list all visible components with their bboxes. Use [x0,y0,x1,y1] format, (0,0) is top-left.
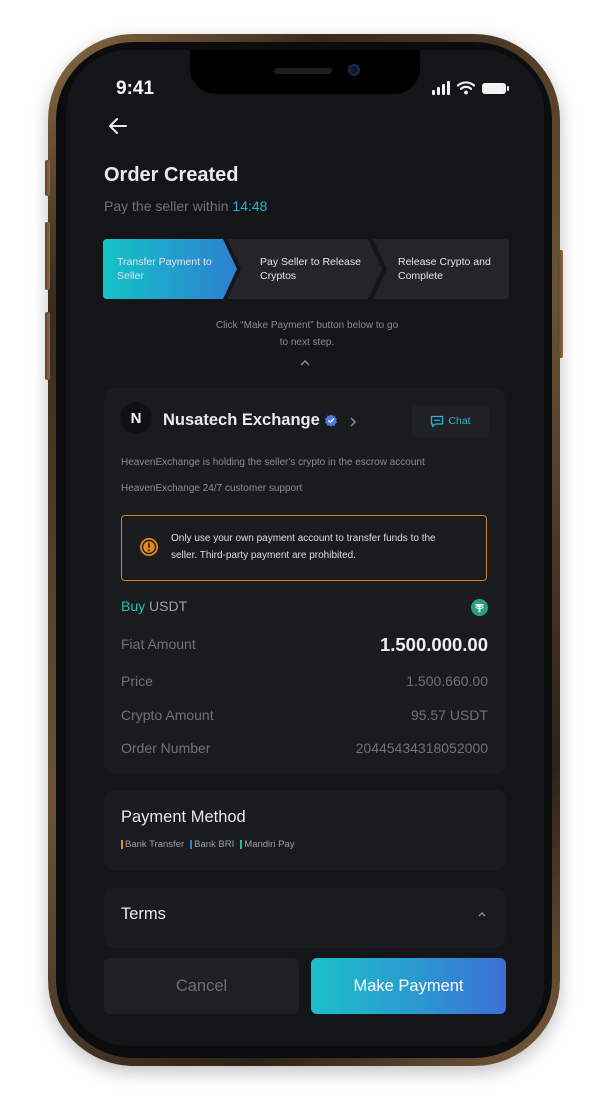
chat-icon [431,415,444,427]
asset-label: USDT [149,598,188,614]
buy-label: Buy [121,598,146,614]
deadline-label: Pay the seller within [104,198,229,214]
volume-up-button [45,222,50,290]
chevron-up-icon[interactable] [476,910,488,918]
warning-text: Only use your own payment account to tra… [171,530,471,564]
step-release-crypto: Release Crypto and Complete [398,239,506,299]
step-transfer-payment: Transfer Payment to Seller [117,239,221,299]
back-arrow-icon[interactable] [106,114,130,138]
step-2-line2: Cryptos [260,270,297,282]
warning-icon [140,538,158,556]
payment-tag-bank-bri: Bank BRI [190,839,234,850]
collapse-caret-icon[interactable] [297,358,313,368]
order-number-value: 20445434318052000 [355,740,488,756]
crypto-amount-label: Crypto Amount [121,707,214,723]
merchant-avatar: N [120,402,152,434]
hint-line2: to next step. [279,337,335,348]
payment-tag-marker [190,840,193,849]
price-label: Price [121,673,153,689]
progress-steps: Transfer Payment to Seller Pay Seller to… [103,239,509,299]
merchant-name[interactable]: Nusatech Exchange [163,411,320,430]
warning-line2: seller. Third-party payment are prohibit… [171,550,356,561]
step-1-line1: Transfer Payment to [117,256,212,268]
status-icons [432,80,509,96]
price-value: 1.500.660.00 [406,673,488,689]
fiat-amount-label: Fiat Amount [121,636,196,652]
chat-label: Chat [448,415,471,427]
trade-direction: Buy USDT [121,598,187,614]
payment-method-title: Payment Method [121,808,246,826]
payment-method-list: Bank Transfer Bank BRI Mandiri Pay [121,839,294,850]
order-number-label: Order Number [121,740,211,756]
step-3-line2: Complete [398,270,443,282]
power-button [558,250,563,358]
payment-tag-label: Mandiri Pay [244,839,295,850]
fiat-amount-value: 1.500.000.00 [379,634,488,655]
countdown-timer: 14:48 [232,198,268,214]
step-pay-seller: Pay Seller to Release Cryptos [260,239,370,299]
next-step-hint: Click “Make Payment” button below to go … [186,317,428,351]
silent-switch [45,160,50,196]
step-2-line1: Pay Seller to Release [260,256,361,268]
step-3-line1: Release Crypto and [398,256,491,268]
terms-title[interactable]: Terms [121,905,166,924]
crypto-amount-value: 95.57 USDT [410,707,488,723]
chat-button[interactable]: Chat [412,405,489,437]
verified-badge-icon [325,414,337,427]
payment-method-card [104,790,506,870]
chevron-right-icon[interactable] [348,415,358,429]
step-1-line2: Seller [117,270,144,282]
hint-line1: Click “Make Payment” button below to go [215,320,399,331]
payment-tag-marker [240,840,243,849]
cancel-button[interactable]: Cancel [104,958,299,1014]
make-payment-button[interactable]: Make Payment [311,958,506,1014]
status-time: 9:41 [116,78,155,99]
payment-deadline: Pay the seller within 14:48 [104,198,267,214]
speaker [274,68,332,74]
escrow-notice: HeavenExchange is holding the seller's c… [121,457,425,468]
payment-tag-bank-transfer: Bank Transfer [121,839,184,850]
volume-down-button [45,312,50,380]
payment-tag-mandiri-pay: Mandiri Pay [240,839,294,850]
payment-tag-label: Bank BRI [194,839,235,850]
page-title: Order Created [104,164,239,186]
usdt-tether-icon [471,599,488,616]
warning-line1: Only use your own payment account to tra… [171,533,436,544]
support-link[interactable]: HeavenExchange 24/7 customer support [121,483,302,494]
payment-tag-marker [121,840,123,849]
front-camera [348,64,360,76]
notch [190,50,420,94]
wifi-icon [457,81,475,95]
battery-icon [482,82,509,94]
app-screen: 9:41 Order Created Pay the seller within… [66,50,544,1046]
payment-tag-label: Bank Transfer [125,839,185,850]
signal-icon [432,81,450,95]
